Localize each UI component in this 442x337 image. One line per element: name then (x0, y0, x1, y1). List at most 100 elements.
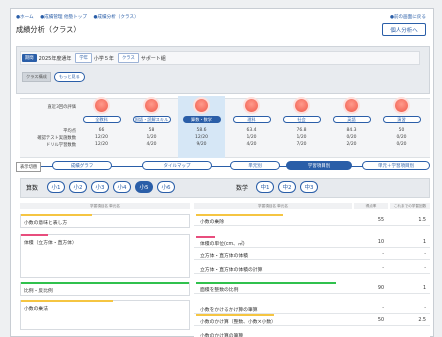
progress-bar (21, 234, 48, 236)
subject-column: 算数・数学 58.6 12/20 9/20 (178, 96, 225, 158)
subject-avg: 50 (398, 128, 405, 133)
filter-chips: クラス構成 もっと見る (22, 72, 85, 82)
subject-column: 理科 63.4 1/20 4/20 (228, 96, 275, 158)
mathematics-label: 数学 (236, 185, 249, 192)
progress-bar (196, 314, 274, 316)
score-column-header: 得点率 (354, 203, 388, 209)
view-tab[interactable]: タイルマップ (142, 161, 212, 170)
subject-test-count: 12/20 (95, 135, 108, 140)
subject-drill-count: 4/20 (246, 142, 257, 147)
subject-column: 国語・読解スキル 58 1/20 4/20 (128, 96, 175, 158)
sub-item-count: 1 (422, 240, 426, 245)
subject-column: 英語 84.3 0/20 2/20 (328, 96, 375, 158)
grade-unit-button[interactable]: 小5 (135, 181, 153, 193)
view-tab[interactable]: 単元別 (230, 161, 280, 170)
eval-row-label: 直近3回の評価 (47, 105, 76, 110)
class-value[interactable]: サポート組 (141, 55, 166, 62)
sub-item-count: - (424, 306, 426, 311)
progress-bar (21, 282, 189, 284)
subject-test-count: 1/20 (146, 135, 157, 140)
class-tag: クラス (117, 53, 139, 63)
grade-unit-button[interactable]: 小2 (69, 181, 87, 193)
breadcrumb-home[interactable]: ●ホーム (16, 15, 34, 20)
avg-row-label: 平均点 (63, 129, 76, 134)
view-switch-bar: 表示切替 成績グラフ タイルマップ 単元別 学習項目別 単元＋学習項目別 (16, 161, 430, 172)
sub-item-label: 立方体・直方体の体積の計算 (200, 268, 263, 273)
sub-item-count: - (424, 266, 426, 271)
breadcrumb-grades[interactable]: ●成績管理 他塾トップ (40, 15, 87, 20)
count-column-header: これまでの学習回数 (390, 203, 430, 209)
period-tag: 期間 (22, 54, 37, 62)
grade-unit-button[interactable]: 中2 (278, 181, 296, 193)
subject-column: 全教科 66 12/20 12/20 (78, 96, 125, 158)
subject-avg: 58 (148, 128, 155, 133)
subject-drill-count: 9/20 (196, 142, 207, 147)
evaluation-face-icon (295, 99, 308, 112)
subject-button[interactable]: 全教科 (82, 116, 121, 123)
grade-tag: 学年 (75, 53, 92, 63)
subject-column: 社会 76.8 1/20 7/20 (278, 96, 325, 158)
personal-analysis-button[interactable]: 個人分析へ (382, 23, 426, 36)
sub-item-label: 小数の乗除 (200, 220, 224, 225)
grade-unit-button[interactable]: 小4 (113, 181, 131, 193)
progress-bar (196, 282, 336, 284)
evaluation-face-icon (395, 99, 408, 112)
subject-drill-count: 4/20 (146, 142, 157, 147)
subject-avg: 63.4 (246, 128, 257, 133)
progress-bar (21, 214, 92, 216)
breadcrumb: ●ホーム ●成績管理 他塾トップ ●成績分析（クラス） (16, 14, 144, 20)
subject-test-count: 12/20 (195, 135, 208, 140)
evaluation-face-icon (145, 99, 158, 112)
sub-item-count: 1 (422, 286, 426, 291)
grade-value[interactable]: 小学５年 (94, 55, 114, 62)
subject-avg: 58.6 (196, 128, 207, 133)
subject-avg: 76.8 (296, 128, 307, 133)
left-column-header: 学習項目名 単元名 (20, 203, 190, 209)
sub-item-label: 小数のかけ算（整数、小数×小数） (200, 320, 276, 325)
sub-item-score: 50 (377, 318, 384, 323)
sub-item-label: 小数のかけ算の筆算 (200, 334, 244, 337)
learning-item-label: 小数の乗法 (24, 307, 48, 312)
subject-button[interactable]: 社会 (282, 116, 321, 123)
subject-avg: 66 (98, 128, 105, 133)
test-row-label: 確認テスト実施数数 (37, 136, 76, 141)
evaluation-face-icon (95, 99, 108, 112)
grade-unit-button[interactable]: 小1 (47, 181, 65, 193)
back-link[interactable]: ●前の画面に戻る (390, 14, 426, 20)
sub-item-score: 55 (377, 218, 384, 223)
class-members-chip[interactable]: クラス構成 (22, 72, 51, 82)
subject-test-count: 0/20 (346, 135, 357, 140)
subject-button[interactable]: 演習 (382, 116, 421, 123)
learning-item-label: 体積（立方体・直方体） (24, 241, 77, 246)
evaluation-face-icon (195, 99, 208, 112)
subject-drill-count: 0/20 (396, 142, 407, 147)
view-tab[interactable]: 成績グラフ (52, 161, 112, 170)
subject-test-count: 0/20 (396, 135, 407, 140)
progress-bar (196, 236, 215, 238)
breadcrumb-current: ●成績分析（クラス） (93, 15, 139, 20)
learning-item-label: 小数の意味と表し方 (24, 221, 68, 226)
period-value[interactable]: 2025年度通年 (39, 55, 72, 62)
more-chip[interactable]: もっと見る (53, 72, 85, 82)
subject-button[interactable]: 理科 (232, 116, 271, 123)
subject-drill-count: 7/20 (296, 142, 307, 147)
view-tab[interactable]: 学習項目別 (286, 161, 352, 170)
subject-test-count: 1/20 (296, 135, 307, 140)
subject-drill-count: 12/20 (95, 142, 108, 147)
progress-bar (196, 214, 283, 216)
view-tab[interactable]: 単元＋学習項目別 (362, 161, 430, 170)
sub-item-label: 面積を整数の比例 (200, 288, 239, 293)
grade-unit-button[interactable]: 中1 (256, 181, 274, 193)
grade-unit-button[interactable]: 中3 (300, 181, 318, 193)
sub-item-label: 体積の単位(cm、㎥) (200, 242, 245, 247)
sub-item-score: 90 (377, 286, 384, 291)
grade-unit-button[interactable]: 小6 (157, 181, 175, 193)
learning-item-label: 比例・反比例 (24, 289, 53, 294)
filter-values: 期間 2025年度通年 学年 小学５年 クラス サポート組 (22, 53, 170, 63)
sub-item-score: - (382, 306, 384, 311)
subject-button[interactable]: 国語・読解スキル (132, 116, 171, 123)
grade-unit-button[interactable]: 小3 (91, 181, 109, 193)
subject-button[interactable]: 英語 (332, 116, 371, 123)
sub-item-count: 2.5 (418, 318, 426, 323)
subject-button[interactable]: 算数・数学 (182, 116, 221, 123)
